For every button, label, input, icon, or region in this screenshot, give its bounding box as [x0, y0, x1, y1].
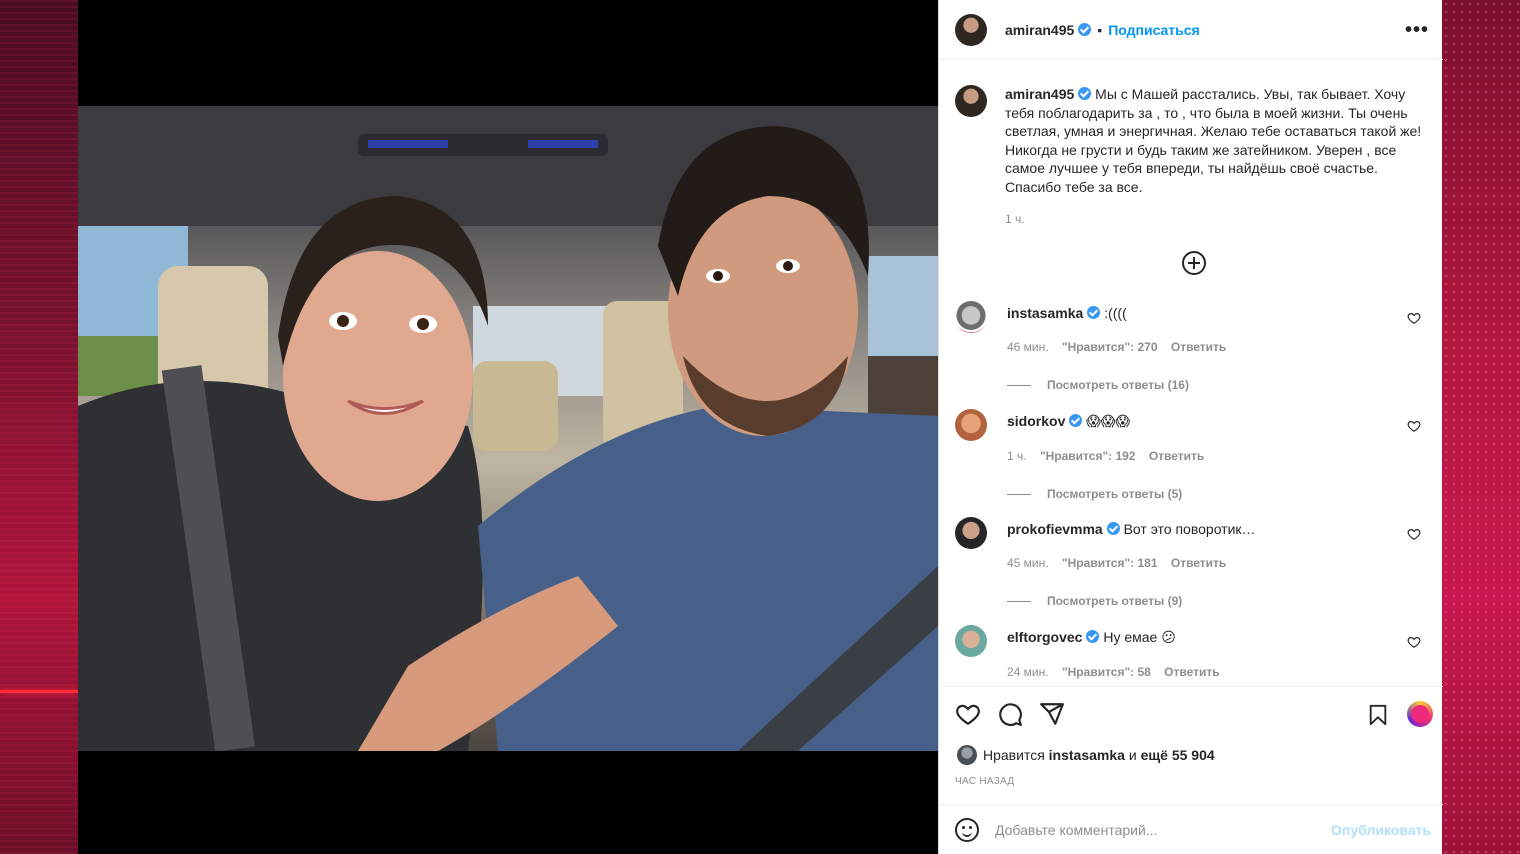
comment-item: instasamka :(((( 46 мин. "Нравится": 270… — [955, 301, 1435, 392]
comment-like-heart-icon[interactable] — [1407, 635, 1421, 649]
comment-input[interactable] — [995, 821, 1332, 838]
post-actions: Нравится instasamka и ещё 55 904 ЧАС НАЗ… — [939, 686, 1443, 804]
liker-avatar[interactable] — [957, 745, 977, 765]
comment-item: prokofievmma Вот это поворотик… 45 мин. … — [955, 517, 1435, 608]
caption-text: amiran495 Мы с Машей расстались. Увы, та… — [1005, 85, 1425, 196]
comment-like-heart-icon[interactable] — [1407, 527, 1421, 541]
caption-timestamp[interactable]: 1 ч. — [1005, 212, 1425, 226]
comment-item: elftorgovec Ну емае 😕 24 мин. "Нравится"… — [955, 625, 1435, 679]
post-header: amiran495 • Подписаться ••• — [939, 0, 1443, 60]
verified-badge-icon — [1078, 87, 1092, 100]
commenter-avatar[interactable] — [955, 409, 987, 441]
background-accent-line — [0, 690, 78, 693]
verified-badge-icon — [1069, 414, 1083, 427]
replies-line — [1007, 384, 1031, 386]
commenter-avatar[interactable] — [955, 625, 987, 657]
view-replies-button[interactable]: Посмотреть ответы (16) — [1007, 378, 1435, 392]
comment-like-heart-icon[interactable] — [1407, 419, 1421, 433]
likes-conj: и — [1128, 747, 1137, 763]
separator-dot: • — [1097, 21, 1103, 38]
likes-summary: Нравится instasamka и ещё 55 904 — [957, 745, 1215, 765]
more-options-icon[interactable]: ••• — [1405, 20, 1429, 40]
add-circle-icon[interactable] — [1182, 251, 1206, 275]
view-replies-button[interactable]: Посмотреть ответы (9) — [1007, 594, 1435, 608]
add-comment-bar: Опубликовать — [939, 804, 1443, 854]
view-replies-label: Посмотреть ответы (16) — [1047, 378, 1189, 392]
commenter-username[interactable]: elftorgovec — [1007, 629, 1082, 645]
caption-author-avatar[interactable] — [955, 85, 987, 117]
commenter-username[interactable]: instasamka — [1007, 305, 1083, 321]
background-right — [1442, 0, 1520, 854]
comment-time[interactable]: 45 мин. — [1007, 556, 1049, 570]
caption-author-username[interactable]: amiran495 — [1005, 86, 1074, 102]
verified-badge-icon — [1106, 522, 1120, 535]
commenter-avatar[interactable] — [955, 517, 987, 549]
heart-icon[interactable] — [955, 701, 981, 727]
share-icon[interactable] — [1039, 701, 1065, 727]
comment-time[interactable]: 24 мин. — [1007, 665, 1049, 679]
comment-time[interactable]: 46 мин. — [1007, 340, 1049, 354]
comment-meta: 24 мин. "Нравится": 58 Ответить — [1007, 665, 1407, 679]
comment-body: :(((( — [1104, 305, 1127, 321]
post-time-ago[interactable]: ЧАС НАЗАД — [955, 776, 1014, 787]
reply-button[interactable]: Ответить — [1171, 556, 1226, 570]
replies-line — [1007, 600, 1031, 602]
post-panel: amiran495 • Подписаться ••• amiran495 Мы… — [938, 0, 1443, 854]
comment-text: instasamka :(((( 46 мин. "Нравится": 270… — [1007, 305, 1407, 354]
comment-icon[interactable] — [997, 701, 1023, 727]
background-left — [0, 0, 78, 854]
verified-badge-icon — [1087, 306, 1101, 319]
comment-like-heart-icon[interactable] — [1407, 311, 1421, 325]
comment-body: 😱😱😱 — [1086, 413, 1131, 429]
comment-text: elftorgovec Ну емае 😕 24 мин. "Нравится"… — [1007, 629, 1407, 679]
commenter-username[interactable]: sidorkov — [1007, 413, 1065, 429]
post-photo-illustration — [78, 106, 938, 751]
replies-line — [1007, 493, 1031, 495]
downloader-extension-icon[interactable] — [1407, 701, 1433, 727]
comment-likes[interactable]: "Нравится": 192 — [1040, 449, 1136, 463]
view-replies-label: Посмотреть ответы (5) — [1047, 487, 1183, 501]
likes-count[interactable]: ещё 55 904 — [1141, 747, 1215, 763]
comment-text: sidorkov 😱😱😱 1 ч. "Нравится": 192 Ответи… — [1007, 413, 1407, 463]
comments-scroll-area[interactable]: amiran495 Мы с Машей расстались. Увы, та… — [939, 61, 1443, 686]
comment-item: sidorkov 😱😱😱 1 ч. "Нравится": 192 Ответи… — [955, 409, 1435, 501]
verified-badge-icon — [1086, 630, 1100, 643]
comment-time[interactable]: 1 ч. — [1007, 449, 1027, 463]
comment-likes[interactable]: "Нравится": 181 — [1062, 556, 1158, 570]
comment-likes[interactable]: "Нравится": 58 — [1062, 665, 1151, 679]
comment-meta: 1 ч. "Нравится": 192 Ответить — [1007, 449, 1407, 463]
reply-button[interactable]: Ответить — [1164, 665, 1219, 679]
view-replies-button[interactable]: Посмотреть ответы (5) — [1007, 487, 1435, 501]
commenter-username[interactable]: prokofievmma — [1007, 521, 1103, 537]
likes-user[interactable]: instasamka — [1049, 747, 1125, 763]
comment-meta: 45 мин. "Нравится": 181 Ответить — [1007, 556, 1407, 570]
post-photo[interactable] — [78, 106, 938, 751]
bookmark-icon — [1369, 704, 1387, 726]
reply-button[interactable]: Ответить — [1149, 449, 1204, 463]
action-icons — [955, 701, 1065, 727]
caption-body: Мы с Машей расстались. Увы, так бывает. … — [1005, 86, 1422, 195]
comment-body: Вот это поворотик… — [1123, 521, 1256, 537]
post-caption: amiran495 Мы с Машей расстались. Увы, та… — [955, 85, 1435, 226]
save-button[interactable] — [1367, 703, 1389, 727]
post-media-pane — [78, 0, 938, 854]
publish-button[interactable]: Опубликовать — [1331, 822, 1431, 838]
reply-button[interactable]: Ответить — [1171, 340, 1226, 354]
verified-badge-icon — [1078, 23, 1092, 36]
commenter-avatar[interactable] — [955, 301, 987, 333]
follow-button[interactable]: Подписаться — [1108, 22, 1200, 38]
author-avatar[interactable] — [955, 13, 987, 46]
comment-meta: 46 мин. "Нравится": 270 Ответить — [1007, 340, 1407, 354]
view-replies-label: Посмотреть ответы (9) — [1047, 594, 1183, 608]
emoji-icon[interactable] — [955, 817, 979, 842]
likes-prefix: Нравится — [983, 747, 1045, 763]
comment-text: prokofievmma Вот это поворотик… 45 мин. … — [1007, 521, 1407, 570]
author-username[interactable]: amiran495 — [1005, 22, 1074, 38]
comment-body: Ну емае 😕 — [1103, 629, 1176, 645]
comment-likes[interactable]: "Нравится": 270 — [1062, 340, 1158, 354]
